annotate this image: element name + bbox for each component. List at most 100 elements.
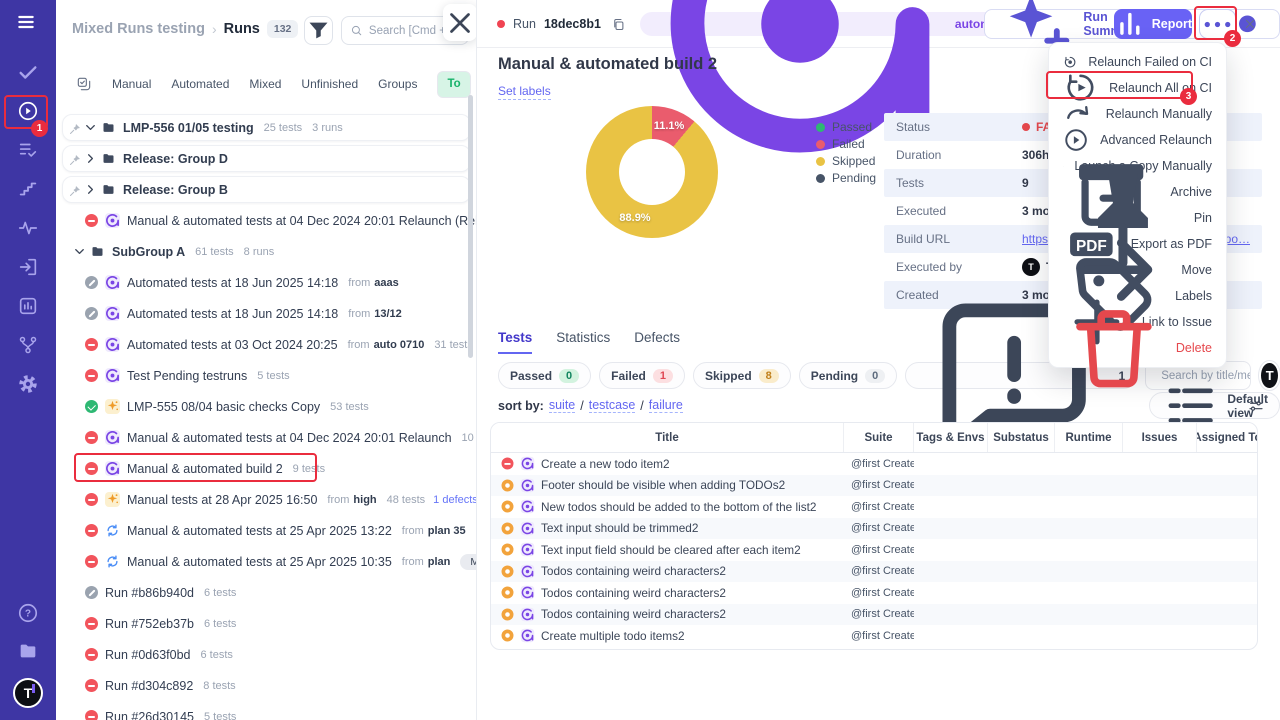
table-row[interactable]: Footer should be visible when adding TOD… (491, 474, 1257, 496)
menu-item-relaunch-all-on-ci[interactable]: Relaunch All on CI (1049, 74, 1226, 102)
run-row[interactable]: Run #0d63f0bd 6 tests (56, 639, 476, 670)
tab-statistics[interactable]: Statistics (556, 330, 610, 354)
filter-chip-failed[interactable]: Failed 1 (599, 362, 685, 389)
run-row[interactable]: Automated tests at 18 Jun 2025 14:18 from… (56, 267, 476, 298)
group-row[interactable]: Release: Group B (56, 174, 476, 205)
run-row[interactable]: Test Pending testruns 5 tests (56, 360, 476, 391)
close-run-icon[interactable] (1243, 17, 1257, 31)
run-row[interactable]: Automated tests at 03 Oct 2024 20:25 from… (56, 329, 476, 360)
run-row[interactable]: Run #d304c892 8 tests (56, 670, 476, 701)
sidebar-item-milestones[interactable] (17, 179, 39, 199)
column-header-runtime[interactable]: Runtime (1055, 423, 1123, 452)
table-row[interactable]: Todos containing weird characters2 @first… (491, 603, 1257, 625)
group-card: LMP-556 01/05 testing 25 tests 3 runs (62, 114, 471, 141)
sort-link-suite[interactable]: suite (548, 398, 576, 413)
runs-tab-groups[interactable]: Groups (378, 77, 417, 91)
hamburger-menu-icon[interactable] (16, 12, 40, 36)
menu-item-label: Pin (1193, 211, 1212, 225)
group-row[interactable]: SubGroup A 61 tests 8 runs (56, 236, 476, 267)
column-header-tags-envs[interactable]: Tags & Envs (914, 423, 988, 452)
tab-defects[interactable]: Defects (634, 330, 680, 354)
breadcrumb-project[interactable]: Mixed Runs testing (72, 21, 205, 37)
suite-cell: @first Create ... (851, 457, 914, 470)
tab-tests[interactable]: Tests (498, 330, 533, 354)
avatar[interactable]: T (13, 678, 43, 708)
automated-badge[interactable]: automated (639, 0, 1026, 153)
sidebar-item-help[interactable]: ? (17, 602, 39, 624)
copy-icon[interactable] (611, 17, 626, 32)
report-button[interactable]: Report (1114, 9, 1192, 39)
run-row[interactable]: Run #752eb37b 6 tests (56, 608, 476, 639)
runs-tab-to[interactable]: To (437, 70, 471, 98)
runs-tab-unfinished[interactable]: Unfinished (301, 77, 358, 91)
from-label: from (347, 338, 370, 351)
menu-item-relaunch-manually[interactable]: Relaunch Manually (1049, 101, 1226, 127)
sidebar-item-settings[interactable] (17, 374, 39, 394)
sidebar-item-imports[interactable] (17, 257, 39, 277)
sidebar-item-test-plans[interactable] (17, 140, 39, 160)
group-row[interactable]: Release: Group D (56, 143, 476, 174)
run-row[interactable]: LMP-555 08/04 basic checks Copy 53 tests (56, 391, 476, 422)
from-label: from (401, 524, 424, 537)
close-icon (443, 6, 476, 40)
select-all-icon[interactable] (76, 76, 92, 92)
legend-item-skipped[interactable]: Skipped (816, 154, 876, 168)
runs-tab-automated[interactable]: Automated (171, 77, 229, 91)
table-row[interactable]: Text input should be trimmed2 @first Crea… (491, 517, 1257, 539)
menu-item-label: Delete (1175, 341, 1212, 355)
table-row[interactable]: Create multiple todo items2 @first Create… (491, 625, 1257, 647)
chevron-down-icon[interactable] (72, 244, 87, 259)
sidebar-item-projects[interactable] (17, 640, 39, 662)
table-row[interactable]: New todos should be added to the bottom … (491, 496, 1257, 518)
test-title-cell: Todos containing weird characters2 (491, 564, 844, 579)
table-row[interactable]: Todos containing weird characters2 @first… (491, 560, 1257, 582)
sidebar-item-checks[interactable] (17, 62, 39, 82)
breadcrumb-section[interactable]: Runs (224, 21, 260, 37)
run-row[interactable]: Manual & automated tests at 25 Apr 2025 … (56, 546, 476, 577)
sidebar-item-branches[interactable] (17, 335, 39, 355)
legend-item-failed[interactable]: Failed (816, 137, 876, 151)
legend-item-pending[interactable]: Pending (816, 171, 876, 185)
group-row[interactable]: LMP-556 01/05 testing 25 tests 3 runs (56, 112, 476, 143)
panel-close-button[interactable] (443, 4, 476, 41)
legend-item-passed[interactable]: Passed (816, 120, 876, 134)
filter-chip-pending[interactable]: Pending 0 (798, 362, 898, 389)
sort-link-failure[interactable]: failure (648, 398, 683, 413)
column-settings-icon[interactable] (1248, 398, 1264, 414)
run-row[interactable]: Automated tests at 18 Jun 2025 14:18 from… (56, 298, 476, 329)
defects-link[interactable]: 1 defects (433, 494, 476, 506)
chevron-down-icon[interactable] (83, 120, 98, 135)
chevron-right-icon[interactable] (83, 182, 98, 197)
sidebar-item-runs[interactable] (17, 101, 39, 121)
column-header-substatus[interactable]: Substatus (988, 423, 1055, 452)
panel-scrollbar[interactable] (468, 95, 473, 358)
run-row[interactable]: Run #b86b940d 6 tests (56, 577, 476, 608)
runs-tab-mixed[interactable]: Mixed (249, 77, 281, 91)
sidebar-item-pulse[interactable] (17, 218, 39, 238)
column-header-suite[interactable]: Suite (844, 423, 914, 452)
filter-chip-skipped[interactable]: Skipped 8 (692, 362, 791, 389)
sort-link-testcase[interactable]: testcase (588, 398, 636, 413)
run-row[interactable]: Manual & automated tests at 25 Apr 2025 … (56, 515, 476, 546)
menu-item-delete[interactable]: Delete (1049, 310, 1226, 388)
build-url-link-tail[interactable]: po… (1225, 232, 1250, 246)
chevron-right-icon[interactable] (83, 151, 98, 166)
run-row[interactable]: Run #26d30145 5 tests (56, 701, 476, 720)
run-row[interactable]: Manual tests at 28 Apr 2025 16:50 from hig… (56, 484, 476, 515)
set-labels-link[interactable]: Set labels (498, 84, 551, 100)
table-row[interactable]: Todos containing weird characters2 @first… (491, 582, 1257, 604)
table-row[interactable]: Create a new todo item2 @first Create ... (491, 453, 1257, 475)
run-row[interactable]: Manual & automated tests at 04 Dec 2024 … (56, 205, 476, 236)
sidebar-item-analytics[interactable] (17, 296, 39, 316)
column-header-issues[interactable]: Issues (1123, 423, 1197, 452)
assignee-avatar[interactable]: T (1259, 361, 1280, 390)
run-row-selected[interactable]: Manual & automated build 2 9 tests (56, 453, 476, 484)
from-value: 13/12 (374, 307, 402, 320)
runs-tab-manual[interactable]: Manual (112, 77, 151, 91)
column-header-assigned-to[interactable]: Assigned To (1197, 423, 1257, 452)
filter-button[interactable] (304, 16, 333, 45)
table-row[interactable]: Text input field should be cleared after… (491, 539, 1257, 561)
run-row[interactable]: Manual & automated tests at 04 Dec 2024 … (56, 422, 476, 453)
filter-chip-passed[interactable]: Passed 0 (498, 362, 592, 389)
column-header-title[interactable]: Title (491, 423, 844, 452)
